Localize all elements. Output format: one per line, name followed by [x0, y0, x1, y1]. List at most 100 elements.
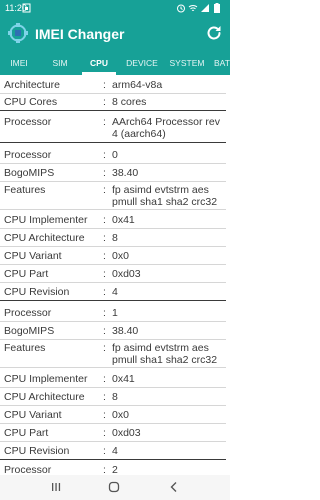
row-label: CPU Cores	[4, 96, 58, 108]
row-colon: :	[103, 167, 106, 179]
row-divider	[0, 441, 226, 442]
recents-button[interactable]	[48, 480, 64, 494]
row-divider	[0, 228, 226, 229]
back-button[interactable]	[166, 480, 182, 494]
row-divider	[0, 282, 226, 283]
row-value: 0	[112, 149, 118, 161]
row-divider	[0, 246, 226, 247]
row-divider	[0, 367, 226, 368]
row-label: Architecture	[4, 79, 61, 91]
row-colon: :	[103, 268, 106, 280]
row-value: 0x41	[112, 373, 135, 385]
home-button[interactable]	[106, 480, 122, 494]
battery-icon	[213, 3, 223, 13]
row-value: 38.40	[112, 325, 139, 337]
row-colon: :	[103, 96, 106, 108]
row-colon: :	[103, 149, 106, 161]
row-colon: :	[103, 342, 106, 354]
cpu-info-list[interactable]: Architecture : arm64-v8a CPU Cores : 8 c…	[0, 75, 230, 475]
row-label: Processor	[4, 307, 52, 319]
sim-icon	[22, 3, 32, 13]
row-divider	[0, 405, 226, 406]
row-divider	[0, 264, 226, 265]
row-value: 4	[112, 286, 118, 298]
row-colon: :	[103, 409, 106, 421]
row-value: 8 cores	[112, 96, 147, 108]
row-label: Features	[4, 342, 46, 354]
app-logo-icon	[7, 22, 29, 44]
section-divider	[0, 459, 226, 460]
row-colon: :	[103, 214, 106, 226]
row-label: Processor	[4, 464, 52, 475]
tab-cpu[interactable]: CPU	[82, 58, 116, 68]
row-colon: :	[103, 250, 106, 262]
tab-sim[interactable]: SIM	[43, 58, 77, 68]
section-divider	[0, 110, 226, 111]
row-colon: :	[103, 307, 106, 319]
row-label: BogoMIPS	[4, 167, 55, 179]
back-icon	[170, 482, 177, 492]
row-colon: :	[103, 427, 106, 439]
tab-battery[interactable]: BAT	[214, 58, 230, 68]
row-colon: :	[103, 373, 106, 385]
row-colon: :	[103, 79, 106, 91]
row-label: CPU Part	[4, 427, 49, 439]
section-divider	[0, 142, 226, 143]
row-value: 8	[112, 391, 118, 403]
row-value: fp asimd evtstrm aes pmull sha1 sha2 crc…	[112, 342, 218, 366]
recents-icon	[52, 483, 61, 491]
app-title: IMEI Changer	[35, 26, 125, 42]
row-label: CPU Architecture	[4, 391, 85, 403]
row-value: AArch64 Processor rev 4 (aarch64)	[112, 116, 220, 140]
row-value: fp asimd evtstrm aes pmull sha1 sha2 crc…	[112, 184, 218, 208]
signal-icon	[200, 3, 210, 13]
row-value: 2	[112, 464, 118, 475]
row-value: 0xd03	[112, 268, 141, 280]
row-value: 0xd03	[112, 427, 141, 439]
row-label: Processor	[4, 116, 52, 128]
tab-device[interactable]: DEVICE	[121, 58, 163, 68]
home-icon	[108, 481, 120, 493]
row-colon: :	[103, 464, 106, 475]
refresh-button[interactable]	[204, 23, 224, 43]
row-label: CPU Revision	[4, 286, 70, 298]
row-label: CPU Architecture	[4, 232, 85, 244]
row-colon: :	[103, 116, 106, 128]
row-colon: :	[103, 184, 106, 196]
navigation-bar	[0, 475, 230, 500]
row-value: 8	[112, 232, 118, 244]
row-divider	[0, 181, 226, 182]
row-value: arm64-v8a	[112, 79, 163, 91]
alarm-icon	[176, 3, 186, 13]
status-bar: 11:20	[0, 0, 230, 17]
row-value: 0x0	[112, 409, 129, 421]
row-colon: :	[103, 325, 106, 337]
row-label: BogoMIPS	[4, 325, 55, 337]
row-label: Processor	[4, 149, 52, 161]
row-label: CPU Part	[4, 268, 49, 280]
row-label: Features	[4, 184, 46, 196]
row-label: CPU Variant	[4, 250, 62, 262]
row-value: 4	[112, 445, 118, 457]
row-divider	[0, 163, 226, 164]
row-value: 1	[112, 307, 118, 319]
tab-system[interactable]: SYSTEM	[167, 58, 207, 68]
row-value: 38.40	[112, 167, 139, 179]
row-colon: :	[103, 445, 106, 457]
row-value: 0x0	[112, 250, 129, 262]
refresh-icon	[207, 26, 221, 40]
row-divider	[0, 423, 226, 424]
row-divider	[0, 339, 226, 340]
row-label: CPU Implementer	[4, 214, 88, 226]
section-divider	[0, 300, 226, 301]
row-colon: :	[103, 232, 106, 244]
row-divider	[0, 93, 226, 94]
row-divider	[0, 321, 226, 322]
row-label: CPU Revision	[4, 445, 70, 457]
row-label: CPU Variant	[4, 409, 62, 421]
tab-imei[interactable]: IMEI	[0, 58, 38, 68]
row-label: CPU Implementer	[4, 373, 88, 385]
app-bar: IMEI Changer	[0, 17, 230, 50]
row-colon: :	[103, 391, 106, 403]
row-divider	[0, 387, 226, 388]
